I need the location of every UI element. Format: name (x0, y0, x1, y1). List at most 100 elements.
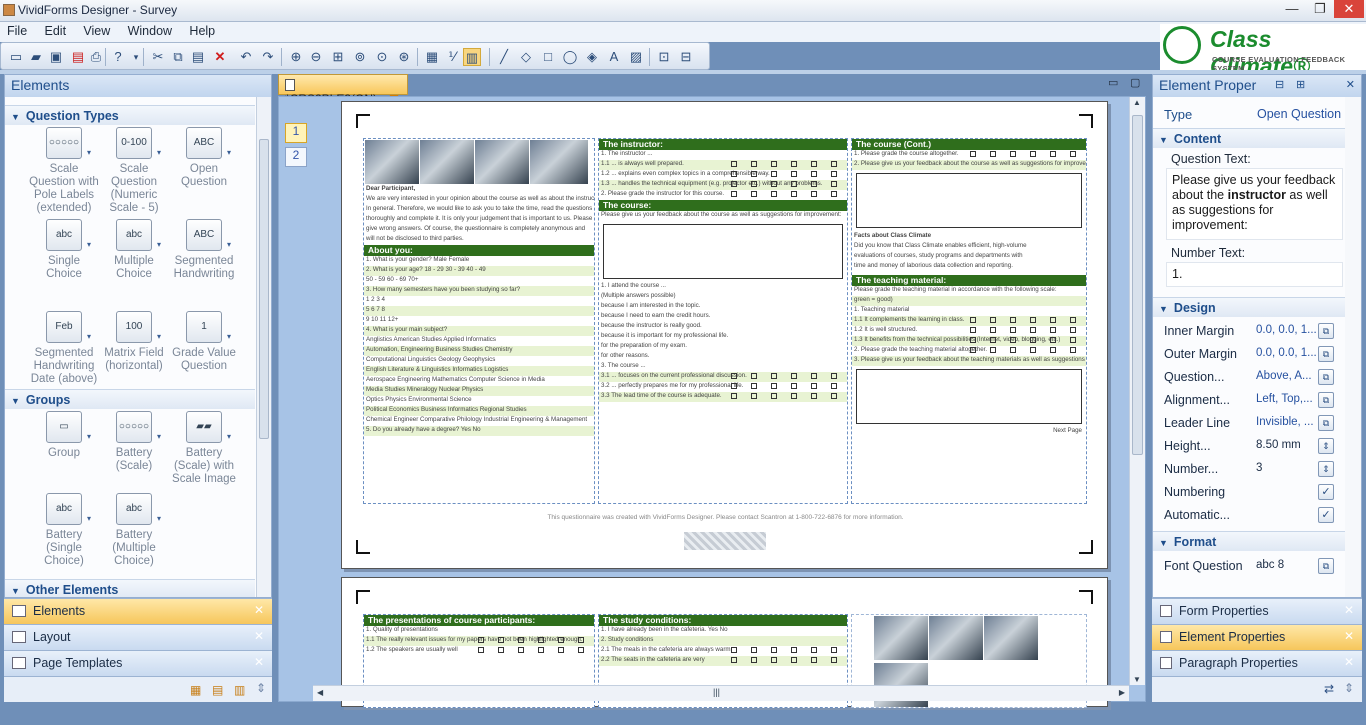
eraser-icon[interactable]: ◇ (517, 48, 535, 66)
checkbox[interactable] (1070, 327, 1076, 333)
tab-form-properties[interactable]: Form Properties ✕ (1152, 598, 1362, 624)
tab-paragraph-properties[interactable]: Paragraph Properties ✕ (1152, 650, 1362, 676)
properties-options-icon[interactable]: ⇄ (1324, 682, 1334, 696)
tool-matrix-field[interactable]: 100 ▾ Matrix Field (horizontal) (99, 311, 169, 373)
zoom-page-icon[interactable]: ⊚ (351, 48, 369, 66)
grid-icon[interactable]: ▦ (423, 48, 441, 66)
question-text-field[interactable]: Please give us your feedback about the i… (1166, 168, 1343, 240)
prop-inner-margin[interactable]: Inner Margin 0.0, 0.0, 1... ⧉ (1153, 320, 1361, 343)
checkbox[interactable] (1070, 151, 1076, 157)
text-tool-icon[interactable]: A (605, 48, 623, 66)
checkbox[interactable] (791, 191, 797, 197)
edit-icon[interactable]: ⧉ (1318, 415, 1334, 431)
checkbox[interactable] (831, 171, 837, 177)
checkbox[interactable] (831, 373, 837, 379)
checkbox[interactable] (791, 647, 797, 653)
checkbox[interactable] (1030, 337, 1036, 343)
checkbox[interactable] (771, 647, 777, 653)
checkbox[interactable] (771, 171, 777, 177)
checkbox[interactable] (990, 337, 996, 343)
zoom-width-icon[interactable]: ⊞ (329, 48, 347, 66)
checkbox[interactable] (791, 161, 797, 167)
checkbox[interactable] (791, 393, 797, 399)
checkbox[interactable] (1010, 317, 1016, 323)
tool-single-choice[interactable]: abc ▾ Single Choice (29, 219, 99, 281)
checkbox[interactable] (990, 151, 996, 157)
checkbox[interactable] (731, 161, 737, 167)
checkbox[interactable] (1050, 347, 1056, 353)
prop-leader-line[interactable]: Leader Line Invisible, ... ⧉ (1153, 412, 1361, 435)
section-groups[interactable]: ▼ Groups (5, 389, 255, 409)
line-tool-icon[interactable]: ╱ (495, 48, 513, 66)
undo-icon[interactable]: ↶ (237, 48, 255, 66)
checkbox-checked-icon[interactable]: ✓ (1318, 507, 1334, 523)
edit-icon[interactable]: ⧉ (1318, 369, 1334, 385)
checkbox[interactable] (791, 657, 797, 663)
checkbox[interactable] (751, 393, 757, 399)
section-content[interactable]: ▼ Content (1153, 128, 1361, 148)
elements-scrollbar[interactable] (256, 97, 271, 597)
save-icon[interactable]: ▣ (47, 48, 65, 66)
checkbox[interactable] (578, 637, 584, 643)
tab-page-templates[interactable]: Page Templates ✕ (4, 650, 272, 676)
group-tool-icon[interactable]: ⊡ (655, 48, 673, 66)
expand-icon[interactable]: ⇕ (256, 681, 266, 695)
zoom-out-icon[interactable]: ⊖ (307, 48, 325, 66)
pdf-icon[interactable]: ▤ (69, 48, 87, 66)
teaching-feedback-box[interactable] (856, 369, 1082, 424)
checkbox[interactable] (970, 337, 976, 343)
checkbox[interactable] (498, 637, 504, 643)
checkbox[interactable] (1010, 327, 1016, 333)
checkbox[interactable] (831, 161, 837, 167)
delete-icon[interactable]: ✕ (211, 48, 229, 66)
checkbox[interactable] (831, 657, 837, 663)
document-horizontal-scrollbar[interactable]: ◀ ||| ▶ (313, 685, 1129, 701)
checkbox-checked-icon[interactable]: ✓ (1318, 484, 1334, 500)
spinner-icon[interactable]: ⇕ (1318, 438, 1334, 454)
checkbox[interactable] (731, 181, 737, 187)
prop-alignment[interactable]: Alignment... Left, Top,... ⧉ (1153, 389, 1361, 412)
checkbox[interactable] (831, 191, 837, 197)
properties-expand-icon[interactable]: ⇕ (1344, 681, 1354, 695)
menu-file[interactable]: File (0, 22, 34, 40)
zoom-select-icon[interactable]: ⊛ (395, 48, 413, 66)
prop-font-question[interactable]: Font Question abc 8 ⧉ (1153, 555, 1361, 578)
tool-handwriting-date[interactable]: Feb ▾ Segmented Handwriting Date (above) (29, 311, 99, 386)
font-edit-icon[interactable]: ⧉ (1318, 558, 1334, 574)
tool-group[interactable]: ▭ ▾ Group (29, 411, 99, 460)
checkbox[interactable] (731, 393, 737, 399)
checkbox[interactable] (751, 383, 757, 389)
tab-element-properties[interactable]: Element Properties ✕ (1152, 624, 1362, 650)
tool-multiple-choice[interactable]: abc ▾ Multiple Choice (99, 219, 169, 281)
checkbox[interactable] (1030, 327, 1036, 333)
cut-icon[interactable]: ✂ (149, 48, 167, 66)
prop-height[interactable]: Height... 8.50 mm ⇕ (1153, 435, 1361, 458)
prop-numbering[interactable]: Numbering ✓ (1153, 481, 1361, 504)
section-format[interactable]: ▼ Format (1153, 531, 1361, 551)
checkbox[interactable] (970, 151, 976, 157)
checkbox[interactable] (1050, 337, 1056, 343)
image-tool-icon[interactable]: ▨ (627, 48, 645, 66)
spinner-icon[interactable]: ⇕ (1318, 461, 1334, 477)
checkbox[interactable] (518, 647, 524, 653)
tool-open-question[interactable]: ABC ▾ Open Question (169, 127, 239, 189)
checkbox[interactable] (831, 393, 837, 399)
paste-icon[interactable]: ▤ (189, 48, 207, 66)
document-vertical-scrollbar[interactable]: ▲ ▼ (1129, 97, 1145, 685)
checkbox[interactable] (771, 191, 777, 197)
snap-icon[interactable]: ▥ (463, 48, 481, 66)
checkbox[interactable] (1030, 347, 1036, 353)
checkbox[interactable] (811, 181, 817, 187)
checkbox[interactable] (771, 161, 777, 167)
checkbox[interactable] (811, 171, 817, 177)
restore-button[interactable]: ❐ (1306, 0, 1334, 18)
panel-close-icon[interactable]: ✕ (1346, 78, 1355, 91)
prop-automatic[interactable]: Automatic... ✓ (1153, 504, 1361, 527)
checkbox[interactable] (731, 647, 737, 653)
page-thumb-2[interactable]: 2 (285, 147, 307, 167)
pages-icon[interactable]: ▤ (212, 683, 223, 697)
tool-battery-multiple[interactable]: abc ▾ Battery (Multiple Choice) (99, 493, 169, 568)
prop-question[interactable]: Question... Above, A... ⧉ (1153, 366, 1361, 389)
close-button[interactable]: ✕ (1334, 0, 1364, 18)
checkbox[interactable] (1050, 151, 1056, 157)
